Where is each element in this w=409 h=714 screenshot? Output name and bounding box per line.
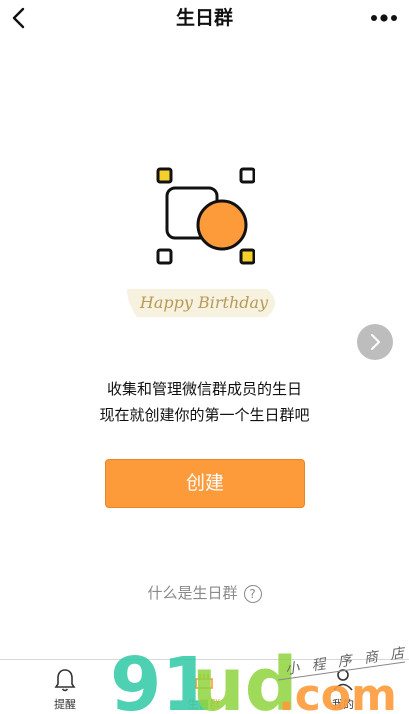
tab-bar: 提醒 生日群 我的 bbox=[0, 659, 409, 714]
top-bar: 生日群 bbox=[0, 0, 409, 36]
description-line-1: 收集和管理微信群成员的生日 bbox=[106, 380, 302, 398]
bell-icon bbox=[54, 669, 76, 692]
more-dots-icon[interactable] bbox=[369, 8, 399, 28]
person-icon bbox=[333, 669, 353, 691]
tab-label: 我的 bbox=[332, 698, 354, 711]
tab-label: 生日群 bbox=[187, 698, 221, 711]
tab-label: 提醒 bbox=[54, 698, 76, 711]
description: 收集和管理微信群成员的生日 现在就创建你的第一个生日群吧 bbox=[0, 376, 409, 428]
help-label: 什么是生日群 bbox=[147, 584, 238, 602]
next-arrow-button[interactable] bbox=[357, 324, 393, 360]
page-title: 生日群 bbox=[175, 7, 233, 29]
tab-mine[interactable]: 我的 bbox=[303, 660, 383, 714]
birthday-banner-text: Happy Birthday bbox=[139, 293, 269, 312]
cake-icon bbox=[195, 674, 213, 689]
question-circle-icon: ? bbox=[243, 584, 262, 603]
create-button[interactable]: 创建 bbox=[105, 459, 305, 508]
chevron-right-icon bbox=[371, 334, 380, 350]
tab-reminder[interactable]: 提醒 bbox=[25, 660, 105, 714]
group-illustration-icon bbox=[156, 167, 255, 265]
what-is-group-link[interactable]: 什么是生日群? bbox=[0, 582, 409, 604]
tab-birthday-group[interactable]: 生日群 bbox=[164, 660, 244, 714]
description-line-2: 现在就创建你的第一个生日群吧 bbox=[99, 406, 310, 424]
